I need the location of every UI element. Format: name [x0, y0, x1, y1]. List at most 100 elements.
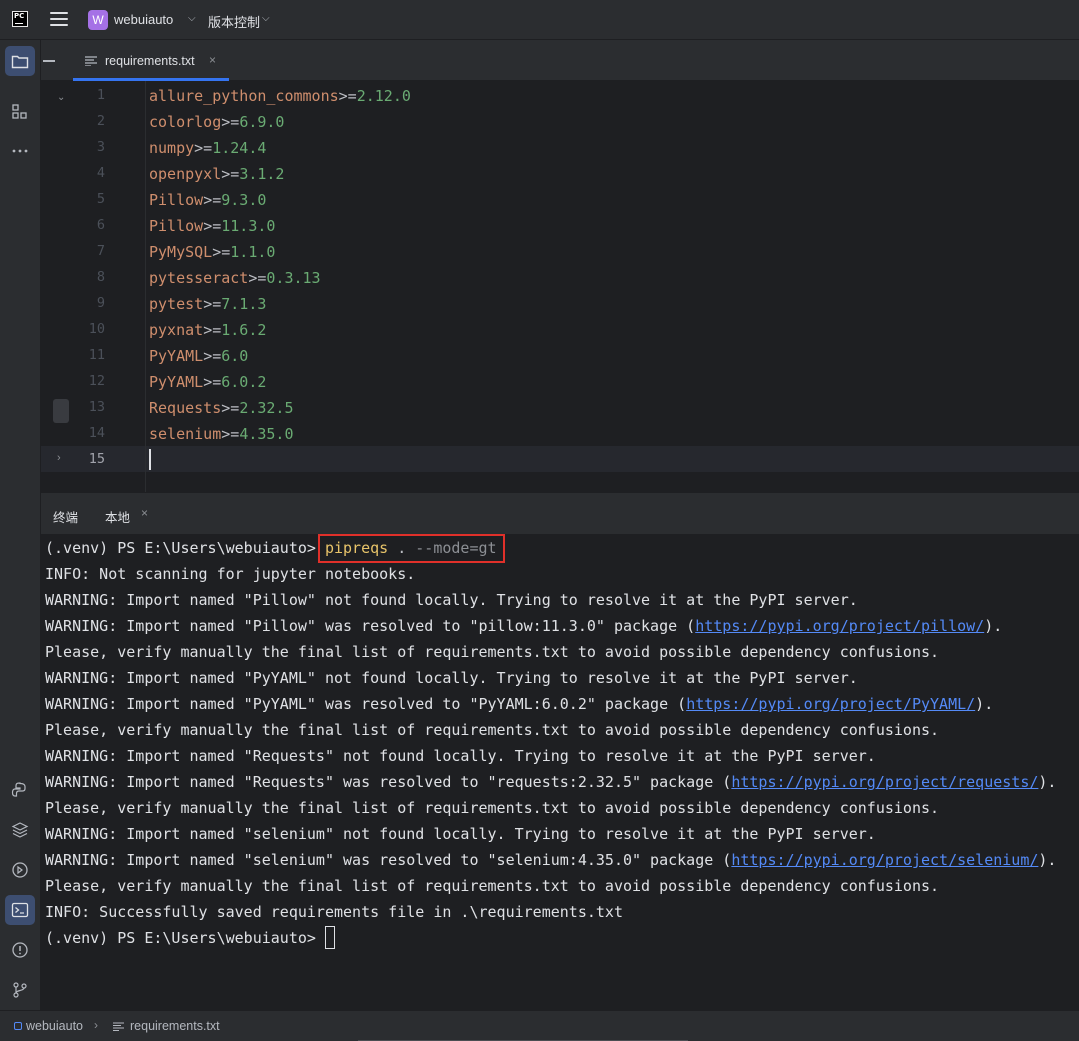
version-number: 6.0	[221, 347, 249, 365]
line-number: 3	[96, 139, 105, 155]
git-branch-icon[interactable]	[5, 975, 35, 1005]
terminal-line: WARNING: Import named "Requests" was res…	[45, 769, 1056, 795]
more-tools-icon[interactable]	[5, 136, 35, 166]
chevron-down-icon[interactable]: ⌵	[188, 13, 196, 24]
breadcrumb-project[interactable]: webuiauto	[26, 1019, 83, 1033]
line-number: 15	[88, 451, 105, 467]
version-operator: >=	[221, 425, 240, 443]
package-name: numpy	[149, 139, 195, 157]
chevron-down-icon[interactable]: ⌄	[57, 92, 65, 103]
line-number: 14	[88, 425, 105, 441]
problems-icon[interactable]	[5, 935, 35, 965]
module-icon	[14, 1022, 22, 1030]
version-operator: >=	[221, 113, 240, 131]
services-icon[interactable]	[5, 855, 35, 885]
terminal-link[interactable]: https://pypi.org/project/requests/	[731, 773, 1038, 791]
version-number: 9.3.0	[221, 191, 267, 209]
version-number: 2.32.5	[239, 399, 294, 417]
terminal-line: WARNING: Import named "Pillow" was resol…	[45, 613, 1002, 639]
code-line: Pillow>=9.3.0	[149, 187, 266, 213]
terminal-text: WARNING: Import named "selenium" was res…	[45, 851, 732, 869]
line-number: 13	[88, 399, 105, 415]
terminal-line: WARNING: Import named "PyYAML" not found…	[45, 665, 858, 691]
terminal-text: WARNING: Import named "PyYAML" was resol…	[45, 695, 687, 713]
terminal-text: WARNING: Import named "PyYAML" not found…	[45, 669, 858, 687]
version-operator: >=	[194, 139, 213, 157]
version-number: 3.1.2	[239, 165, 285, 183]
terminal-line: Please, verify manually the final list o…	[45, 873, 939, 899]
package-name: Pillow	[149, 191, 204, 209]
python-console-icon[interactable]	[5, 775, 35, 805]
terminal-link[interactable]: https://pypi.org/project/selenium/	[731, 851, 1038, 869]
version-number: 6.0.2	[221, 373, 267, 391]
package-name: PyMySQL	[149, 243, 213, 261]
code-line: Requests>=2.32.5	[149, 395, 294, 421]
main-menu-icon[interactable]	[50, 12, 68, 28]
package-name: openpyxl	[149, 165, 222, 183]
version-number: 4.35.0	[239, 425, 294, 443]
version-operator: >=	[203, 217, 222, 235]
project-folder-icon[interactable]	[5, 46, 35, 76]
breadcrumb-separator: ›	[94, 1018, 98, 1032]
version-number: 11.3.0	[221, 217, 276, 235]
chevron-down-icon[interactable]: ⌵	[262, 13, 270, 24]
terminal-link[interactable]: https://pypi.org/project/PyYAML/	[686, 695, 975, 713]
minimize-icon[interactable]	[43, 60, 55, 62]
project-badge[interactable]: W	[88, 10, 108, 30]
version-operator: >=	[212, 243, 231, 261]
structure-icon[interactable]	[5, 97, 35, 127]
terminal-link[interactable]: https://pypi.org/project/pillow/	[695, 617, 984, 635]
code-line: selenium>=4.35.0	[149, 421, 294, 447]
terminal-icon[interactable]	[5, 895, 35, 925]
pycharm-logo-icon[interactable]: PC	[12, 11, 28, 27]
line-number: 12	[88, 373, 105, 389]
project-name[interactable]: webuiauto	[114, 12, 173, 27]
line-number: 8	[96, 269, 105, 285]
tab-requirements[interactable]: requirements.txt ×	[73, 40, 229, 81]
terminal-output[interactable]: (.venv) PS E:\Users\webuiauto> pipreqs .…	[41, 534, 1079, 1010]
code-editor[interactable]: ⌄ › 1 2 3 4 5 6 7 8 9 10 11 12 13 14 15 allure_python_…	[41, 81, 1079, 492]
package-name: Requests	[149, 399, 222, 417]
version-operator: >=	[203, 321, 222, 339]
title-bar: PC W webuiauto ⌵ 版本控制 ⌵	[0, 0, 1079, 40]
close-icon[interactable]: ×	[209, 53, 216, 67]
prompt: (.venv) PS E:\Users\webuiauto>	[45, 929, 325, 947]
version-operator: >=	[203, 347, 222, 365]
chevron-right-icon[interactable]: ›	[57, 452, 61, 464]
terminal-text: Please, verify manually the final list o…	[45, 799, 940, 817]
breadcrumb-file[interactable]: requirements.txt	[130, 1019, 220, 1033]
version-operator: >=	[221, 165, 240, 183]
line-number: 9	[96, 295, 105, 311]
line-number: 6	[96, 217, 105, 233]
version-number: 2.12.0	[356, 87, 411, 105]
terminal-line: WARNING: Import named "PyYAML" was resol…	[45, 691, 993, 717]
terminal-text: ).	[984, 617, 1003, 635]
terminal-tab-local[interactable]: 本地	[105, 507, 130, 526]
version-operator: >=	[203, 295, 222, 313]
terminal-text: WARNING: Import named "Requests" was res…	[45, 773, 732, 791]
terminal-text: WARNING: Import named "Pillow" not found…	[45, 591, 858, 609]
terminal-line: WARNING: Import named "Pillow" not found…	[45, 587, 858, 613]
terminal-line: INFO: Not scanning for jupyter notebooks…	[45, 561, 415, 587]
code-line: PyYAML>=6.0.2	[149, 369, 266, 395]
command-highlight-box	[318, 534, 505, 563]
gutter-marker	[53, 399, 69, 423]
version-number: 7.1.3	[221, 295, 267, 313]
prompt: (.venv) PS E:\Users\webuiauto>	[45, 539, 325, 557]
text-file-icon	[113, 1022, 124, 1031]
vcs-menu[interactable]: 版本控制	[208, 12, 260, 31]
package-name: PyYAML	[149, 347, 204, 365]
package-name: pytesseract	[149, 269, 249, 287]
line-number: 10	[88, 321, 105, 337]
version-number: 0.3.13	[266, 269, 321, 287]
terminal-text: ).	[1038, 851, 1057, 869]
python-packages-icon[interactable]	[5, 815, 35, 845]
version-number: 1.6.2	[221, 321, 267, 339]
version-operator: >=	[203, 373, 222, 391]
terminal-line: Please, verify manually the final list o…	[45, 795, 939, 821]
terminal-line: WARNING: Import named "selenium" not fou…	[45, 821, 876, 847]
terminal-text: WARNING: Import named "selenium" not fou…	[45, 825, 876, 843]
line-number: 4	[96, 165, 105, 181]
terminal-text: Please, verify manually the final list o…	[45, 643, 940, 661]
close-icon[interactable]: ×	[141, 506, 148, 520]
